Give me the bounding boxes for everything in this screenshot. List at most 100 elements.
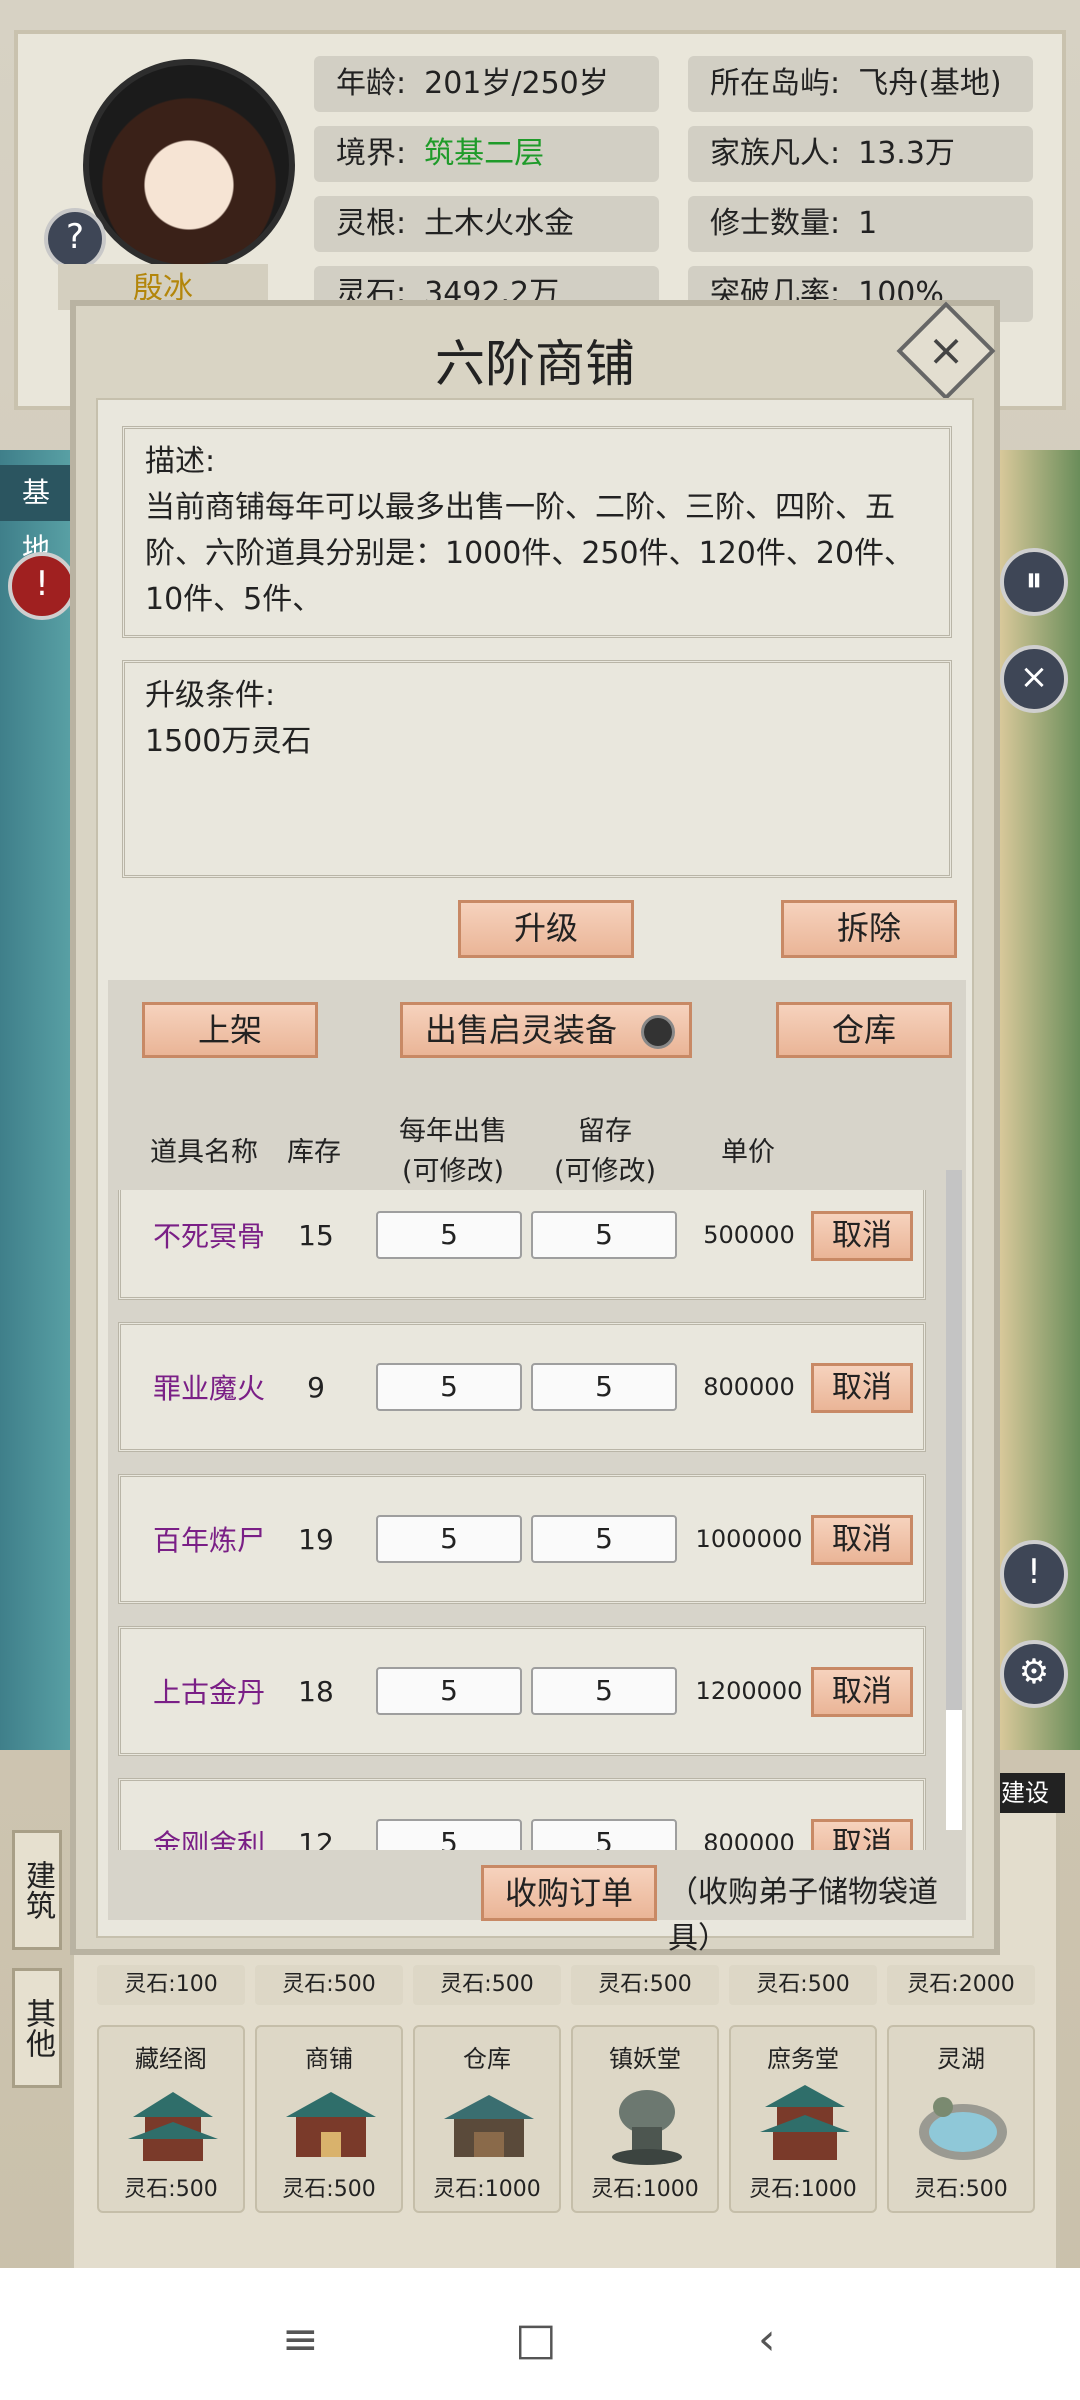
gear-icon[interactable]: ⚙: [1000, 1640, 1068, 1708]
close-icon: ×: [927, 325, 965, 376]
col-header-yearly-sell: 每年出售 (可修改): [399, 1116, 507, 1187]
cancel-button[interactable]: 取消: [811, 1211, 913, 1261]
item-row: 罪业魔火 9 5 5 800000 取消: [118, 1322, 926, 1452]
upgrade-button[interactable]: 升级: [458, 900, 634, 958]
list-scrollbar-thumb[interactable]: [946, 1710, 962, 1830]
tab-other[interactable]: 其他: [12, 1968, 62, 2088]
item-stock: 19: [298, 1522, 334, 1556]
stat-realm: 境界: 筑基二层: [314, 126, 659, 182]
building-price: 灵石:1000: [749, 2177, 857, 2202]
item-row: 百年炼尸 19 5 5 1000000 取消: [118, 1474, 926, 1604]
yearly-sell-input[interactable]: 5: [376, 1363, 522, 1411]
description-title: 描述:: [145, 444, 216, 479]
reserve-input[interactable]: 5: [531, 1211, 677, 1259]
yearly-sell-input[interactable]: 5: [376, 1211, 522, 1259]
building-price: 灵石:1000: [591, 2177, 699, 2202]
character-avatar[interactable]: [83, 59, 295, 271]
system-nav-bar: ≡ □ ‹: [0, 2268, 1080, 2400]
demolish-button[interactable]: 拆除: [781, 900, 957, 958]
upgrade-condition-box: 升级条件: 1500万灵石: [122, 660, 952, 878]
building-price: 灵石:500: [914, 2177, 1008, 2202]
item-row: 上古金丹 18 5 5 1200000 取消: [118, 1626, 926, 1756]
building-demon-hall[interactable]: 镇妖堂 灵石:1000: [571, 2025, 719, 2213]
building-warehouse[interactable]: 仓库 灵石:1000: [413, 2025, 561, 2213]
cancel-button[interactable]: 取消: [811, 1819, 913, 1850]
item-price: 800000: [703, 1829, 795, 1850]
close-map-icon[interactable]: ×: [1000, 645, 1068, 713]
help-button[interactable]: ?: [44, 208, 106, 270]
warehouse-icon: [444, 2095, 534, 2157]
home-icon[interactable]: □: [515, 2314, 557, 2365]
shop-modal: 六阶商铺 × 描述: 当前商铺每年可以最多出售一阶、二阶、三阶、四阶、五阶、六阶…: [70, 300, 1000, 1956]
build-price-2: 灵石:500: [255, 1965, 403, 2005]
building-name: 镇妖堂: [609, 2045, 681, 2073]
item-stock: 9: [307, 1370, 325, 1404]
item-stock: 15: [298, 1218, 334, 1252]
cancel-button[interactable]: 取消: [811, 1667, 913, 1717]
build-price-1: 灵石:100: [97, 1965, 245, 2005]
pause-icon[interactable]: ⏸: [1000, 548, 1068, 616]
back-icon[interactable]: ‹: [758, 2314, 776, 2365]
toggle-switch-icon[interactable]: [641, 1015, 675, 1049]
building-library[interactable]: 藏经阁 灵石:500: [97, 2025, 245, 2213]
warehouse-button[interactable]: 仓库: [776, 1002, 952, 1058]
cancel-button[interactable]: 取消: [811, 1363, 913, 1413]
sell-spirit-equipment-toggle[interactable]: 出售启灵装备: [400, 1002, 692, 1058]
map-left-edge: [0, 450, 75, 1750]
description-text: 当前商铺每年可以最多出售一阶、二阶、三阶、四阶、五阶、六阶道具分别是：1000件…: [145, 490, 915, 617]
item-price: 1200000: [695, 1677, 803, 1705]
reserve-input[interactable]: 5: [531, 1363, 677, 1411]
building-price: 灵石:1000: [433, 2177, 541, 2202]
item-name: 百年炼尸: [152, 1524, 265, 1557]
yearly-sell-input[interactable]: 5: [376, 1515, 522, 1563]
description-box: 描述: 当前商铺每年可以最多出售一阶、二阶、三阶、四阶、五阶、六阶道具分别是：1…: [122, 426, 952, 638]
upgrade-title: 升级条件:: [145, 678, 276, 713]
cancel-button[interactable]: 取消: [811, 1515, 913, 1565]
base-label: 基地: [0, 465, 75, 565]
col-header-reserve: 留存 (可修改): [553, 1116, 657, 1187]
building-affairs-hall[interactable]: 庶务堂 灵石:1000: [729, 2025, 877, 2213]
reserve-input[interactable]: 5: [531, 1667, 677, 1715]
item-row: 金刚舍利 12 5 5 800000 取消: [118, 1778, 926, 1850]
toggle-label: 出售启灵装备: [424, 1011, 617, 1049]
hall-icon: [760, 2085, 850, 2160]
yearly-sell-input[interactable]: 5: [376, 1667, 522, 1715]
building-name: 仓库: [463, 2045, 511, 2073]
item-list-viewport[interactable]: 不死冥骨 15 5 5 500000 取消 罪业魔火 9 5 5 800000 …: [98, 1190, 958, 1850]
building-name: 商铺: [305, 2045, 353, 2073]
building-price: 灵石:500: [282, 2177, 376, 2202]
item-price: 800000: [703, 1373, 795, 1401]
building-name: 庶务堂: [767, 2045, 839, 2073]
item-name: 金刚舍利: [152, 1828, 265, 1850]
item-stock: 18: [298, 1674, 334, 1708]
stat-mortals: 家族凡人: 13.3万: [688, 126, 1033, 182]
build-price-4: 灵石:500: [571, 1965, 719, 2005]
build-price-5: 灵石:500: [729, 1965, 877, 2005]
item-price: 1000000: [695, 1525, 803, 1553]
building-name: 灵湖: [937, 2045, 985, 2073]
building-shop[interactable]: 商铺 灵石:500: [255, 2025, 403, 2213]
item-name: 罪业魔火: [152, 1372, 265, 1405]
purchase-order-button[interactable]: 收购订单: [481, 1865, 657, 1921]
build-price-6: 灵石:2000: [887, 1965, 1035, 2005]
building-spirit-lake[interactable]: 灵湖 灵石:500: [887, 2025, 1035, 2213]
item-row: 不死冥骨 15 5 5 500000 取消: [118, 1190, 926, 1300]
stat-age: 年龄: 201岁/250岁: [314, 56, 659, 112]
shop-icon: [286, 2092, 376, 2157]
modal-title: 六阶商铺: [435, 335, 635, 393]
yearly-sell-input[interactable]: 5: [376, 1819, 522, 1850]
col-header-name: 道具名称: [150, 1137, 258, 1168]
alert-icon[interactable]: !: [8, 552, 76, 620]
notice-icon[interactable]: !: [1000, 1540, 1068, 1608]
tab-buildings[interactable]: 建筑: [12, 1830, 62, 1950]
reserve-input[interactable]: 5: [531, 1819, 677, 1850]
stat-island: 所在岛屿: 飞舟(基地): [688, 56, 1033, 112]
reserve-input[interactable]: 5: [531, 1515, 677, 1563]
lake-icon: [919, 2097, 1007, 2160]
modal-content: 描述: 当前商铺每年可以最多出售一阶、二阶、三阶、四阶、五阶、六阶道具分别是：1…: [96, 398, 974, 1956]
building-price: 灵石:500: [124, 2177, 218, 2202]
item-name: 上古金丹: [152, 1676, 265, 1709]
upgrade-cost: 1500万灵石: [145, 724, 312, 759]
list-item-button[interactable]: 上架: [142, 1002, 318, 1058]
menu-icon[interactable]: ≡: [282, 2314, 319, 2365]
